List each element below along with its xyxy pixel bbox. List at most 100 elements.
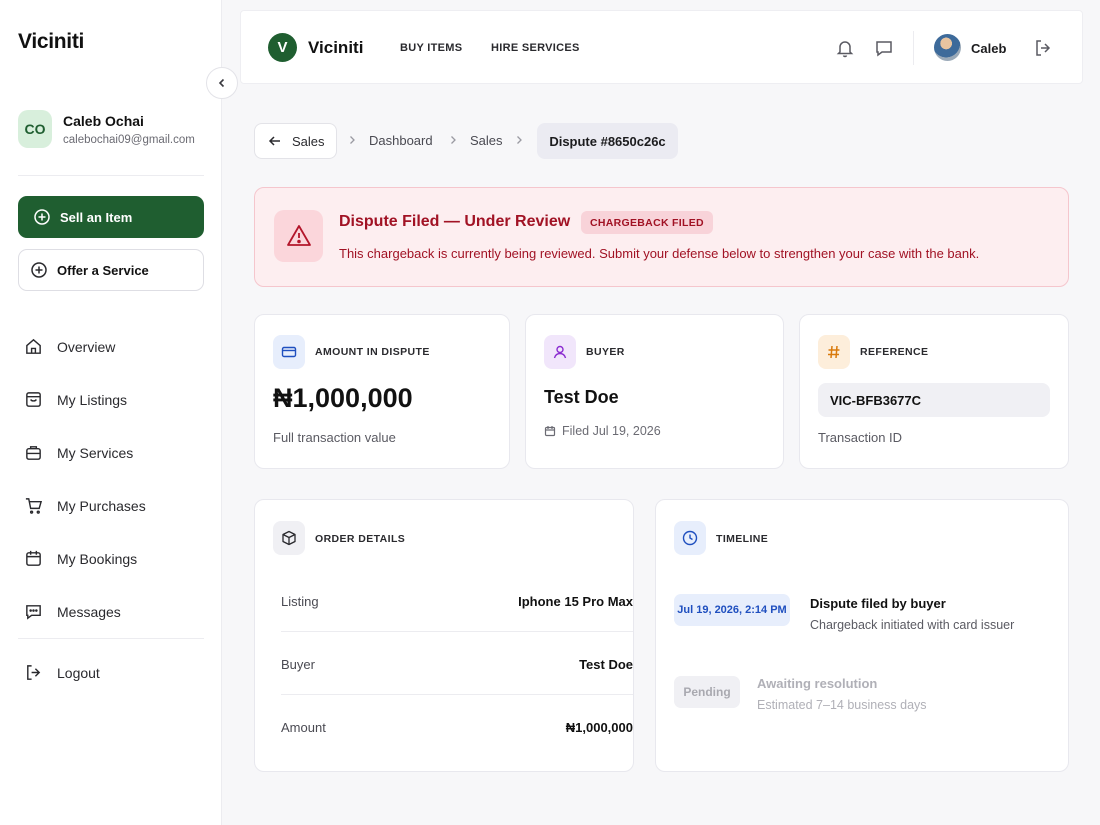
sidebar-item-overview[interactable]: Overview: [24, 320, 204, 373]
timeline-event-title: Dispute filed by buyer: [810, 596, 946, 611]
divider: [18, 175, 204, 176]
package-icon: [282, 530, 296, 546]
breadcrumb-sales[interactable]: Sales: [470, 133, 503, 148]
status-badge: CHARGEBACK FILED: [581, 211, 713, 234]
sidebar-brand[interactable]: Viciniti: [18, 30, 84, 54]
cart-icon: [25, 498, 43, 514]
user-name[interactable]: Caleb: [971, 41, 1006, 56]
sidebar-item-bookings[interactable]: My Bookings: [24, 532, 204, 585]
user-avatar[interactable]: [934, 34, 961, 61]
arrow-left-icon: [268, 136, 280, 146]
timeline-event-desc: Estimated 7–14 business days: [757, 698, 927, 712]
logout-icon: [27, 665, 41, 680]
user-icon: [553, 345, 567, 359]
timeline-card: TIMELINE Jul 19, 2026, 2:14 PM Dispute f…: [655, 499, 1069, 772]
filed-date-text: Filed Jul 19, 2026: [562, 424, 661, 438]
card-subtext: Transaction ID: [818, 430, 903, 445]
clock-icon: [682, 530, 698, 546]
timeline-date-badge: Jul 19, 2026, 2:14 PM: [674, 594, 790, 626]
credit-card-icon: [281, 346, 297, 358]
home-icon: [26, 338, 41, 354]
logo-mark[interactable]: V: [268, 33, 297, 62]
divider: [281, 631, 633, 632]
topbar-brand[interactable]: Viciniti: [308, 38, 363, 58]
timeline-event-title: Awaiting resolution: [757, 676, 878, 691]
dispute-amount: ₦1,000,000: [273, 383, 413, 413]
calendar-icon: [26, 550, 41, 566]
sidebar-item-label: My Purchases: [57, 497, 146, 514]
buyer-card: BUYER Test Doe Filed Jul 19, 2026: [525, 314, 784, 469]
sidebar-item-label: My Bookings: [57, 550, 138, 567]
table-row: Listing Iphone 15 Pro Max: [281, 594, 633, 609]
card-label: ORDER DETAILS: [315, 533, 406, 545]
row-label: Listing: [281, 594, 319, 609]
breadcrumb-dashboard[interactable]: Dashboard: [369, 133, 433, 148]
topbar: V Viciniti BUY ITEMS HIRE SERVICES Caleb: [240, 10, 1083, 84]
calendar-icon: [544, 426, 556, 437]
user-profile[interactable]: CO Caleb Ochai calebochai09@gmail.com: [18, 110, 195, 148]
sidebar-item-services[interactable]: My Services: [24, 426, 204, 479]
message-icon[interactable]: [874, 38, 894, 58]
sell-item-button[interactable]: Sell an Item: [18, 196, 204, 238]
chevron-right-icon: [517, 136, 522, 144]
nav-hire-services[interactable]: HIRE SERVICES: [491, 42, 580, 54]
card-icon-box: [818, 335, 850, 369]
chevron-right-icon: [451, 136, 456, 144]
buyer-name: Test Doe: [544, 387, 619, 407]
collapse-sidebar-button[interactable]: [206, 67, 238, 99]
chat-icon: [26, 605, 41, 620]
row-label: Amount: [281, 720, 326, 735]
sidebar-item-label: Overview: [57, 338, 116, 355]
offer-service-button[interactable]: Offer a Service: [18, 249, 204, 291]
sidebar: Viciniti CO Caleb Ochai calebochai09@gma…: [0, 0, 222, 825]
inbox-icon: [26, 392, 41, 407]
table-row: Buyer Test Doe: [281, 657, 633, 672]
sidebar-item-listings[interactable]: My Listings: [24, 373, 204, 426]
sell-item-label: Sell an Item: [60, 209, 133, 225]
sidebar-nav: Overview My Listings My Services My Purc…: [24, 320, 204, 638]
profile-name: Caleb Ochai: [63, 112, 144, 129]
offer-service-label: Offer a Service: [57, 262, 149, 278]
card-icon-box: [544, 335, 576, 369]
nav-buy-items[interactable]: BUY ITEMS: [400, 42, 462, 54]
logout-button[interactable]: Logout: [24, 646, 100, 699]
card-label: TIMELINE: [716, 533, 769, 545]
warning-icon-box: [274, 210, 323, 262]
order-details-card: ORDER DETAILS Listing Iphone 15 Pro Max …: [254, 499, 634, 772]
profile-email: calebochai09@gmail.com: [63, 133, 195, 146]
sidebar-item-purchases[interactable]: My Purchases: [24, 479, 204, 532]
sidebar-item-label: My Listings: [57, 391, 128, 408]
sidebar-item-label: Messages: [57, 603, 121, 620]
back-button[interactable]: Sales: [254, 123, 337, 159]
card-icon-box: [273, 521, 305, 555]
card-subtext: Full transaction value: [273, 430, 396, 445]
card-icon-box: [273, 335, 305, 369]
reference-card: REFERENCE VIC-BFB3677C Transaction ID: [799, 314, 1069, 469]
timeline-event-desc: Chargeback initiated with card issuer: [810, 618, 1015, 632]
card-icon-box: [674, 521, 706, 555]
sidebar-item-messages[interactable]: Messages: [24, 585, 204, 638]
sidebar-item-label: My Services: [57, 444, 134, 461]
briefcase-icon: [26, 446, 41, 460]
divider: [281, 694, 633, 695]
warning-icon: [286, 225, 311, 246]
alert-title: Dispute Filed — Under Review: [339, 213, 571, 230]
row-value: Iphone 15 Pro Max: [518, 594, 633, 609]
card-label: REFERENCE: [860, 346, 929, 358]
card-label: BUYER: [586, 346, 625, 358]
table-row: Amount ₦1,000,000: [281, 720, 633, 735]
breadcrumb-current: Dispute #8650c26c: [537, 123, 678, 159]
row-value: ₦1,000,000: [565, 720, 633, 735]
divider: [18, 638, 204, 639]
row-label: Buyer: [281, 657, 315, 672]
filed-date: Filed Jul 19, 2026: [544, 424, 661, 438]
logout-icon[interactable]: [1033, 38, 1053, 58]
bell-icon[interactable]: [835, 38, 855, 58]
chevron-right-icon: [350, 136, 355, 144]
chevron-left-icon: [218, 78, 225, 88]
plus-circle-icon: [31, 262, 47, 278]
card-label: AMOUNT IN DISPUTE: [315, 346, 430, 358]
hash-icon: [828, 345, 840, 359]
amount-card: AMOUNT IN DISPUTE ₦1,000,000 Full transa…: [254, 314, 510, 469]
transaction-reference[interactable]: VIC-BFB3677C: [818, 383, 1050, 417]
